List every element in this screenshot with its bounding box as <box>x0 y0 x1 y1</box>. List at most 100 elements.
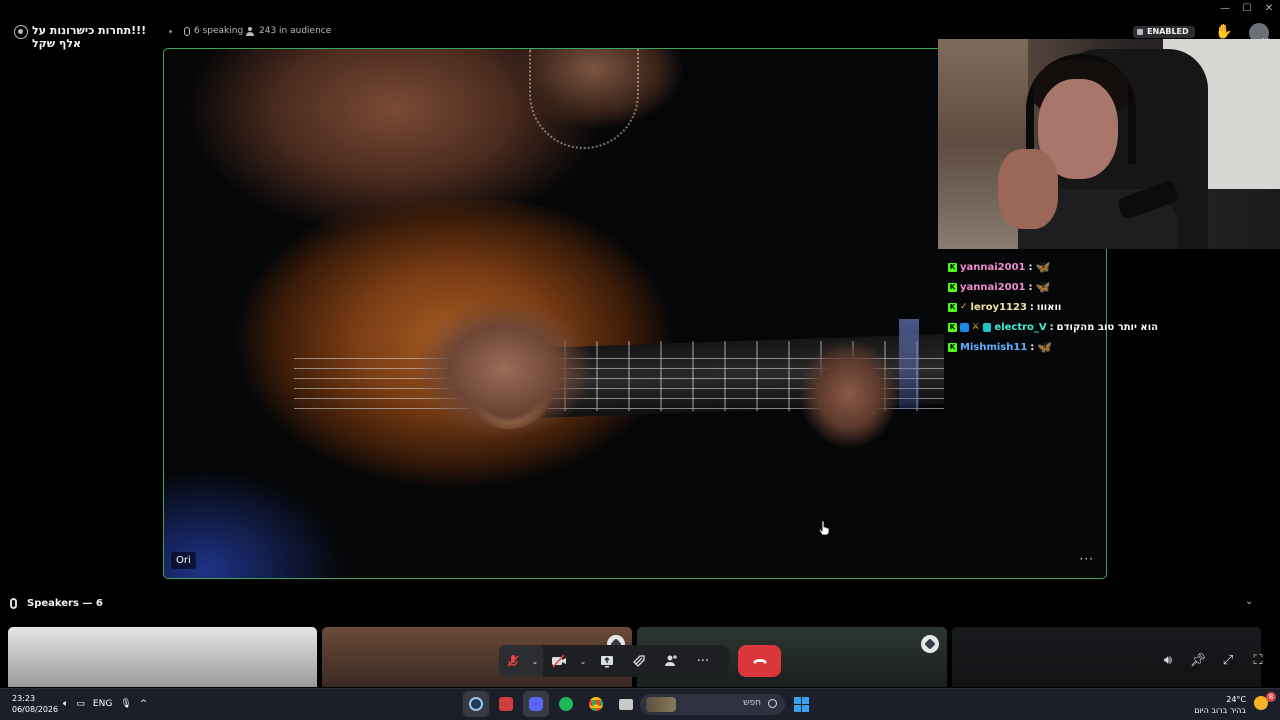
speaking-count-text: 6 speaking <box>194 26 244 36</box>
speakers-label: Speakers — 6 <box>27 597 103 609</box>
screen-share-icon <box>601 655 613 667</box>
chat-message: K ⚔ electro_V : הוא יותר טוב מהקודם <box>948 317 1158 337</box>
more-options-icon[interactable]: ··· <box>687 645 719 677</box>
toggle-camera-button[interactable] <box>543 645 575 677</box>
participant-name-label: Ori <box>171 552 196 569</box>
activities-button[interactable] <box>623 645 655 677</box>
kick-badge-icon: K <box>948 262 957 272</box>
search-placeholder: חפש <box>743 698 761 708</box>
enabled-badge[interactable]: ENABLED <box>1133 26 1195 38</box>
speakers-section-header: Speakers — 6 <box>10 595 103 611</box>
taskbar-steam[interactable] <box>463 691 489 717</box>
tray-overflow-chevron-icon[interactable]: ^ <box>140 699 148 709</box>
invite-to-speak-button[interactable] <box>655 645 687 677</box>
hand-cursor-icon <box>818 520 830 536</box>
separator-dot <box>169 30 172 33</box>
view-controls: 🔊︎ 📌︎ ⤢ ⛶ <box>1160 651 1266 669</box>
window-controls: — ☐ ✕ <box>1214 0 1280 16</box>
window-app-icon <box>619 698 633 710</box>
taskbar-apps <box>463 691 639 717</box>
taskbar-spotify[interactable] <box>553 691 579 717</box>
call-control-bar: ⌄ ⌄ ··· <box>499 645 729 677</box>
weather-temperature: 24°C <box>1226 695 1246 704</box>
microphone-tray-icon[interactable]: 🎙︎ <box>120 699 131 709</box>
speaking-count: 6 speaking <box>184 26 243 36</box>
raise-hand-icon[interactable]: ✋ <box>1215 24 1232 40</box>
steam-icon <box>469 697 483 711</box>
chat-separator: : <box>1029 301 1034 313</box>
leave-call-button[interactable] <box>738 645 781 677</box>
person-add-icon <box>665 655 677 666</box>
search-highlight-image <box>646 697 676 712</box>
muted-mic-icon <box>507 655 519 667</box>
discord-icon <box>529 697 543 711</box>
kick-badge-icon: K <box>948 282 957 292</box>
chat-message: K ✓ leroy1123 : וואווו <box>948 297 1158 317</box>
mic-options-chevron-icon[interactable]: ⌄ <box>527 645 543 677</box>
clock-time: 23:23 <box>12 694 36 703</box>
language-indicator[interactable]: ENG <box>93 699 112 709</box>
microphone-icon <box>10 597 17 609</box>
notification-count-badge: 8 <box>1266 692 1276 702</box>
stage-channel-icon <box>14 25 28 39</box>
kick-badge-icon: K <box>948 342 957 352</box>
weather-widget[interactable]: 24°C בהיר ברוב היום <box>1194 694 1246 716</box>
audience-icon <box>246 26 255 36</box>
chat-username: Mishmish11 <box>960 341 1028 353</box>
kick-badge-icon: K <box>948 302 957 312</box>
chat-separator: : <box>1028 261 1033 273</box>
hang-up-phone-icon <box>752 659 767 664</box>
system-tray: 🔈︎ ▭ ENG 🎙︎ ^ <box>63 699 147 709</box>
taskbar-search-box[interactable]: חפש <box>640 694 785 715</box>
taskbar-discord[interactable] <box>523 691 549 717</box>
maximize-icon[interactable]: ☐ <box>1236 0 1258 16</box>
taskbar-chrome[interactable] <box>583 691 609 717</box>
chat-username: leroy1123 <box>970 301 1027 313</box>
volume-icon[interactable]: 🔊︎ <box>1160 651 1176 669</box>
discord-stage-window: — ☐ ✕ !!!תחרות כישרונות על אלף שקל 6 spe… <box>0 0 1280 720</box>
chat-message: K yannai2001 : 🦋 <box>948 277 1158 297</box>
close-icon[interactable]: ✕ <box>1258 0 1280 16</box>
subscriber-badge-icon <box>959 322 969 332</box>
minimize-icon[interactable]: — <box>1214 0 1236 16</box>
speaker-icon[interactable]: 🔈︎ <box>63 699 68 709</box>
chrome-icon <box>589 697 603 711</box>
chevron-down-icon[interactable]: ⌄ <box>1245 596 1253 607</box>
stream-chat-overlay: K yannai2001 : 🦋 K yannai2001 : 🦋 K ✓ le… <box>948 257 1158 357</box>
streamer-webcam-overlay <box>938 39 1280 249</box>
weather-description: בהיר ברוב היום <box>1194 706 1246 715</box>
chat-username: yannai2001 <box>960 281 1026 293</box>
windows-start-icon[interactable] <box>794 697 809 712</box>
clock-date: 06/08/2026 <box>12 705 59 714</box>
speaker-tile[interactable] <box>8 627 317 687</box>
network-icon[interactable]: ▭ <box>76 699 85 709</box>
chat-message: K Mishmish11 : 🦋 <box>948 337 1158 357</box>
microphone-icon <box>184 26 190 36</box>
rocket-off-icon <box>633 655 645 667</box>
chat-username: yannai2001 <box>960 261 1026 273</box>
camera-options-chevron-icon[interactable]: ⌄ <box>575 645 591 677</box>
taskbar-file-explorer[interactable] <box>613 691 639 717</box>
fullscreen-icon[interactable]: ⛶ <box>1250 651 1266 669</box>
taskbar-app-magnet[interactable] <box>493 691 519 717</box>
butterfly-emote-icon: 🦋 <box>1035 280 1051 294</box>
search-icon <box>768 699 777 708</box>
chat-text: הוא יותר טוב מהקודם <box>1056 321 1158 333</box>
mute-microphone-button[interactable] <box>499 645 527 677</box>
magnet-app-icon <box>499 697 513 711</box>
kick-badge-icon: K <box>948 322 957 332</box>
more-options-button[interactable]: ··· <box>1080 552 1094 566</box>
pop-out-icon[interactable]: ⤢ <box>1220 651 1236 669</box>
stage-title: !!!תחרות כישרונות על אלף שקל <box>32 24 147 50</box>
gift-badge-icon <box>982 322 992 332</box>
butterfly-emote-icon: 🦋 <box>1037 340 1053 354</box>
pin-icon[interactable]: 📌︎ <box>1190 651 1207 669</box>
chat-separator: : <box>1028 281 1033 293</box>
spotify-icon <box>559 697 573 711</box>
clock[interactable]: 23:23 06/08/2026 <box>12 693 58 715</box>
verified-badge-icon: ✓ <box>960 302 968 312</box>
share-screen-button[interactable] <box>591 645 623 677</box>
moderator-badge-icon <box>921 635 939 653</box>
chat-separator: : <box>1030 341 1035 353</box>
audience-count: 243 in audience <box>246 26 331 36</box>
